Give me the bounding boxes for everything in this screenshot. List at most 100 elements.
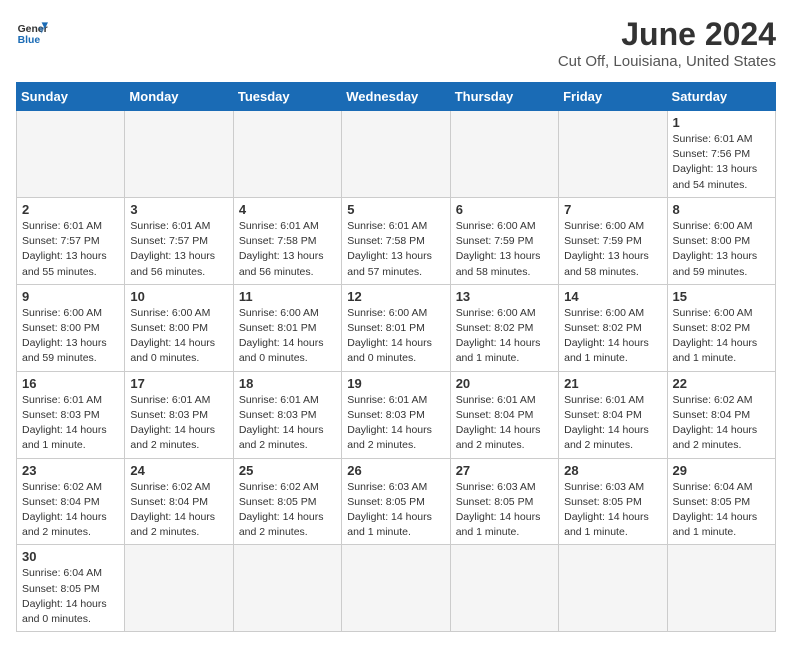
calendar-day-cell: 6 Sunrise: 6:00 AMSunset: 7:59 PMDaylight… [450, 197, 558, 284]
day-info: Sunrise: 6:04 AMSunset: 8:05 PMDaylight:… [673, 480, 770, 541]
calendar-day-cell: 15Sunrise: 6:00 AMSunset: 8:02 PMDayligh… [667, 284, 775, 371]
calendar-day-cell: 3 Sunrise: 6:01 AMSunset: 7:57 PMDaylight… [125, 197, 233, 284]
day-number: 26 [347, 463, 444, 478]
day-info: Sunrise: 6:01 AMSunset: 7:58 PMDaylight:… [347, 219, 444, 280]
day-number: 25 [239, 463, 336, 478]
calendar-day-cell: 12Sunrise: 6:00 AMSunset: 8:01 PMDayligh… [342, 284, 450, 371]
day-number: 20 [456, 376, 553, 391]
day-info: Sunrise: 6:00 AMSunset: 8:01 PMDaylight:… [239, 306, 336, 367]
calendar-day-cell: 19 Sunrise: 6:01 AMSunset: 8:03 PMDayligh… [342, 371, 450, 458]
day-number: 7 [564, 202, 661, 217]
calendar-day-cell: 1 Sunrise: 6:01 AMSunset: 7:56 PMDaylight… [667, 111, 775, 198]
day-info: Sunrise: 6:04 AMSunset: 8:05 PMDaylight:… [22, 566, 119, 627]
day-info: Sunrise: 6:01 AMSunset: 8:03 PMDaylight:… [22, 393, 119, 454]
calendar-day-cell [559, 111, 667, 198]
title-area: June 2024 Cut Off, Louisiana, United Sta… [558, 16, 776, 70]
day-info: Sunrise: 6:02 AMSunset: 8:04 PMDaylight:… [22, 480, 119, 541]
day-number: 22 [673, 376, 770, 391]
day-info: Sunrise: 6:00 AMSunset: 8:00 PMDaylight:… [130, 306, 227, 367]
calendar-week-row: 16 Sunrise: 6:01 AMSunset: 8:03 PMDayligh… [17, 371, 776, 458]
day-info: Sunrise: 6:01 AMSunset: 8:03 PMDaylight:… [239, 393, 336, 454]
day-of-week-header: Thursday [450, 83, 558, 111]
calendar-title: June 2024 [558, 16, 776, 53]
calendar-day-cell: 25Sunrise: 6:02 AMSunset: 8:05 PMDayligh… [233, 458, 341, 545]
day-number: 28 [564, 463, 661, 478]
day-number: 12 [347, 289, 444, 304]
calendar-day-cell: 29Sunrise: 6:04 AMSunset: 8:05 PMDayligh… [667, 458, 775, 545]
calendar-day-cell: 4Sunrise: 6:01 AMSunset: 7:58 PMDaylight… [233, 197, 341, 284]
day-number: 17 [130, 376, 227, 391]
day-info: Sunrise: 6:03 AMSunset: 8:05 PMDaylight:… [564, 480, 661, 541]
day-info: Sunrise: 6:00 AMSunset: 8:00 PMDaylight:… [22, 306, 119, 367]
calendar-day-cell: 28 Sunrise: 6:03 AMSunset: 8:05 PMDayligh… [559, 458, 667, 545]
day-of-week-header: Saturday [667, 83, 775, 111]
day-info: Sunrise: 6:02 AMSunset: 8:04 PMDaylight:… [130, 480, 227, 541]
calendar-day-cell: 14 Sunrise: 6:00 AMSunset: 8:02 PMDayligh… [559, 284, 667, 371]
calendar-day-cell: 10 Sunrise: 6:00 AMSunset: 8:00 PMDayligh… [125, 284, 233, 371]
day-of-week-header: Tuesday [233, 83, 341, 111]
day-number: 5 [347, 202, 444, 217]
day-number: 1 [673, 115, 770, 130]
calendar-day-cell: 23 Sunrise: 6:02 AMSunset: 8:04 PMDayligh… [17, 458, 125, 545]
day-of-week-header: Sunday [17, 83, 125, 111]
day-of-week-header: Wednesday [342, 83, 450, 111]
day-info: Sunrise: 6:01 AMSunset: 8:03 PMDaylight:… [130, 393, 227, 454]
day-number: 18 [239, 376, 336, 391]
calendar-day-cell: 27 Sunrise: 6:03 AMSunset: 8:05 PMDayligh… [450, 458, 558, 545]
calendar-day-cell: 17 Sunrise: 6:01 AMSunset: 8:03 PMDayligh… [125, 371, 233, 458]
day-info: Sunrise: 6:03 AMSunset: 8:05 PMDaylight:… [347, 480, 444, 541]
day-info: Sunrise: 6:03 AMSunset: 8:05 PMDaylight:… [456, 480, 553, 541]
day-info: Sunrise: 6:00 AMSunset: 8:00 PMDaylight:… [673, 219, 770, 280]
day-number: 16 [22, 376, 119, 391]
calendar-day-cell: 26 Sunrise: 6:03 AMSunset: 8:05 PMDayligh… [342, 458, 450, 545]
calendar-week-row: 30Sunrise: 6:04 AMSunset: 8:05 PMDayligh… [17, 545, 776, 632]
day-number: 8 [673, 202, 770, 217]
day-number: 6 [456, 202, 553, 217]
day-info: Sunrise: 6:00 AMSunset: 8:02 PMDaylight:… [673, 306, 770, 367]
day-info: Sunrise: 6:00 AMSunset: 8:02 PMDaylight:… [456, 306, 553, 367]
day-number: 21 [564, 376, 661, 391]
calendar-day-cell [17, 111, 125, 198]
calendar-day-cell: 30Sunrise: 6:04 AMSunset: 8:05 PMDayligh… [17, 545, 125, 632]
calendar-day-cell [559, 545, 667, 632]
day-header-row: SundayMondayTuesdayWednesdayThursdayFrid… [17, 83, 776, 111]
svg-text:Blue: Blue [18, 35, 41, 46]
day-number: 3 [130, 202, 227, 217]
day-number: 10 [130, 289, 227, 304]
calendar-header: SundayMondayTuesdayWednesdayThursdayFrid… [17, 83, 776, 111]
day-of-week-header: Friday [559, 83, 667, 111]
calendar-day-cell: 16 Sunrise: 6:01 AMSunset: 8:03 PMDayligh… [17, 371, 125, 458]
calendar-day-cell: 21Sunrise: 6:01 AMSunset: 8:04 PMDayligh… [559, 371, 667, 458]
day-info: Sunrise: 6:01 AMSunset: 7:57 PMDaylight:… [130, 219, 227, 280]
day-number: 9 [22, 289, 119, 304]
day-number: 27 [456, 463, 553, 478]
day-info: Sunrise: 6:01 AMSunset: 7:56 PMDaylight:… [673, 132, 770, 193]
calendar-day-cell [342, 111, 450, 198]
calendar-day-cell: 22Sunrise: 6:02 AMSunset: 8:04 PMDayligh… [667, 371, 775, 458]
day-number: 19 [347, 376, 444, 391]
day-info: Sunrise: 6:00 AMSunset: 7:59 PMDaylight:… [456, 219, 553, 280]
calendar-day-cell: 20Sunrise: 6:01 AMSunset: 8:04 PMDayligh… [450, 371, 558, 458]
calendar-day-cell: 7Sunrise: 6:00 AMSunset: 7:59 PMDaylight… [559, 197, 667, 284]
day-number: 2 [22, 202, 119, 217]
calendar-week-row: 2 Sunrise: 6:01 AMSunset: 7:57 PMDaylight… [17, 197, 776, 284]
calendar-day-cell [667, 545, 775, 632]
calendar-day-cell [450, 545, 558, 632]
calendar-week-row: 1 Sunrise: 6:01 AMSunset: 7:56 PMDaylight… [17, 111, 776, 198]
day-info: Sunrise: 6:01 AMSunset: 7:57 PMDaylight:… [22, 219, 119, 280]
calendar-day-cell: 13 Sunrise: 6:00 AMSunset: 8:02 PMDayligh… [450, 284, 558, 371]
day-info: Sunrise: 6:01 AMSunset: 7:58 PMDaylight:… [239, 219, 336, 280]
day-number: 23 [22, 463, 119, 478]
logo-icon: General Blue [16, 16, 48, 48]
calendar-subtitle: Cut Off, Louisiana, United States [558, 53, 776, 70]
calendar-day-cell [125, 545, 233, 632]
day-number: 13 [456, 289, 553, 304]
day-number: 11 [239, 289, 336, 304]
calendar-day-cell [342, 545, 450, 632]
calendar-day-cell [125, 111, 233, 198]
day-of-week-header: Monday [125, 83, 233, 111]
day-info: Sunrise: 6:01 AMSunset: 8:03 PMDaylight:… [347, 393, 444, 454]
day-info: Sunrise: 6:00 AMSunset: 8:02 PMDaylight:… [564, 306, 661, 367]
calendar-week-row: 23 Sunrise: 6:02 AMSunset: 8:04 PMDayligh… [17, 458, 776, 545]
day-number: 14 [564, 289, 661, 304]
